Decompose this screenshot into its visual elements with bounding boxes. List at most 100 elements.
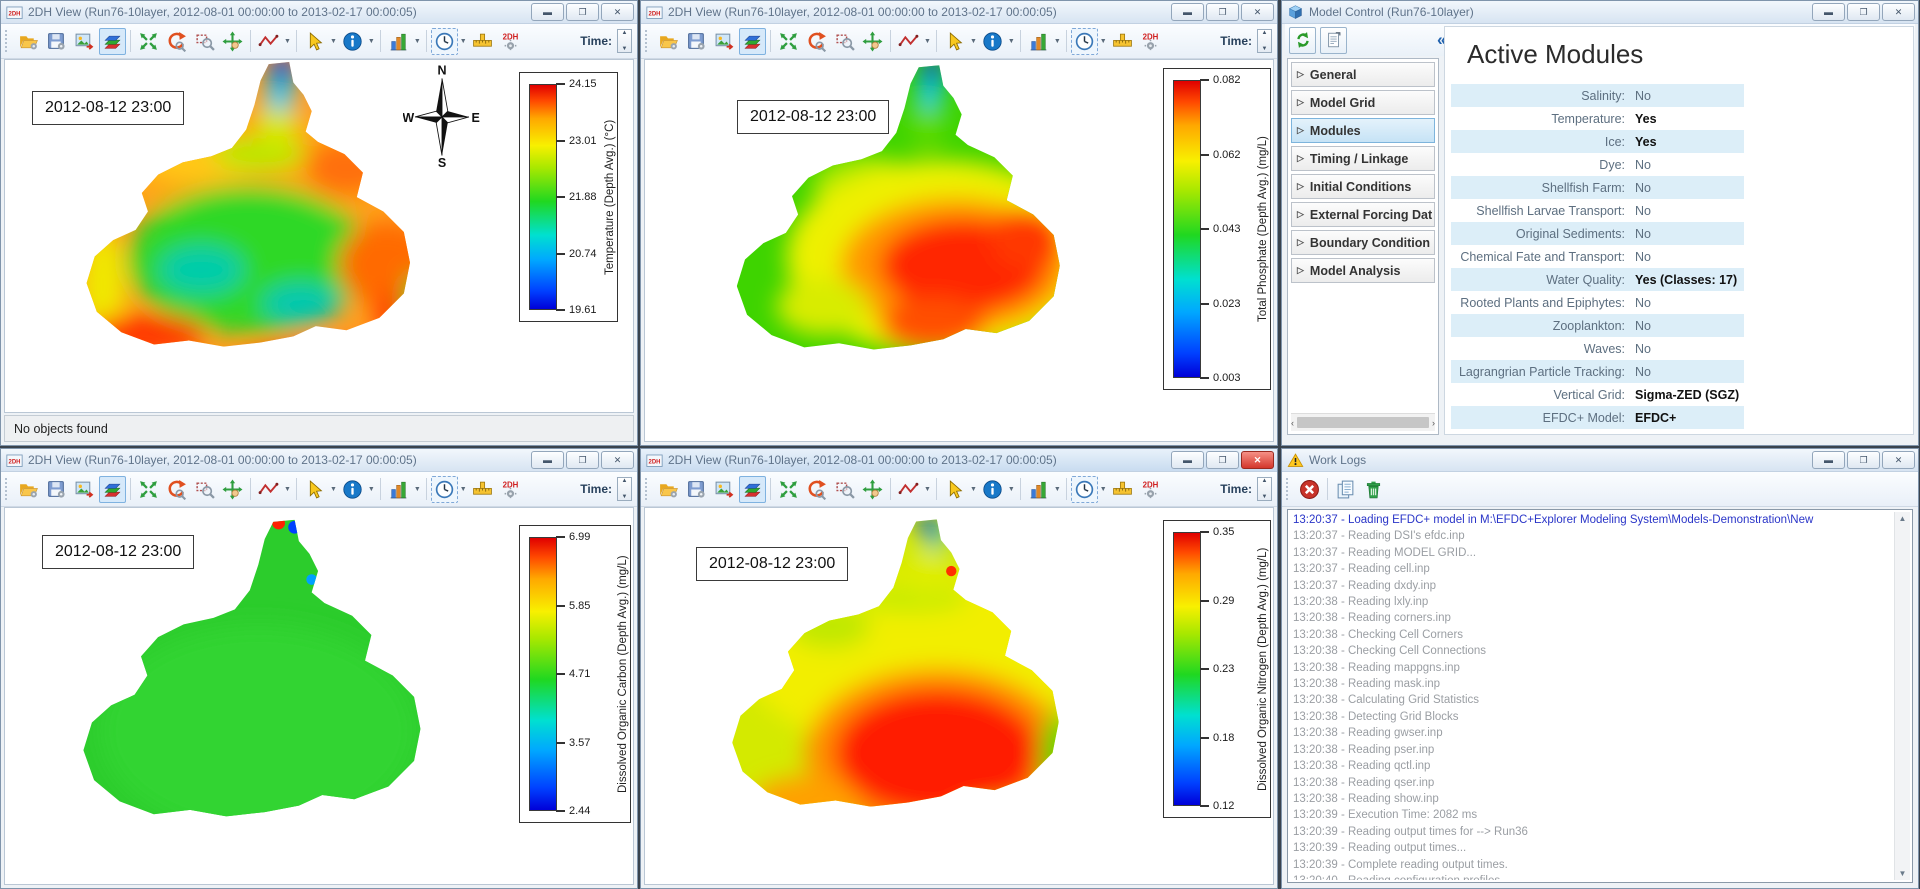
rotate-view-icon[interactable]	[803, 28, 830, 55]
save-icon[interactable]	[43, 28, 70, 55]
scroll-up-icon[interactable]: ▲	[1899, 514, 1907, 523]
info-icon[interactable]	[979, 476, 1006, 503]
dropdown-arrow-icon[interactable]: ▼	[1008, 38, 1015, 45]
polyline-icon[interactable]	[255, 28, 282, 55]
dropdown-arrow-icon[interactable]: ▼	[1100, 38, 1107, 45]
toolbar-grip[interactable]	[645, 478, 650, 500]
titlebar[interactable]: 2DH View (Run76-10layer, 2012-08-01 00:0…	[1, 1, 637, 24]
select-cursor-icon[interactable]	[941, 476, 968, 503]
nav-accordion-item[interactable]: ▷ Timing / Linkage	[1291, 146, 1435, 171]
report-icon[interactable]	[1320, 27, 1347, 54]
scroll-right-icon[interactable]: ›	[1432, 418, 1435, 428]
dropdown-arrow-icon[interactable]: ▼	[1100, 486, 1107, 493]
dropdown-arrow-icon[interactable]: ▼	[460, 486, 467, 493]
rotate-view-icon[interactable]	[803, 476, 830, 503]
open-folder-icon[interactable]	[15, 28, 42, 55]
ruler-icon[interactable]	[1109, 28, 1136, 55]
titlebar[interactable]: 2DH View (Run76-10layer, 2012-08-01 00:0…	[641, 1, 1277, 24]
refresh-icon[interactable]	[1289, 27, 1316, 54]
chart-icon[interactable]	[1025, 28, 1052, 55]
chart-icon[interactable]	[1025, 476, 1052, 503]
zoom-window-icon[interactable]	[831, 28, 858, 55]
open-folder-icon[interactable]	[655, 476, 682, 503]
vertical-scrollbar[interactable]: ▲ ▼	[1894, 512, 1910, 880]
dropdown-arrow-icon[interactable]: ▼	[924, 486, 931, 493]
toolbar-grip[interactable]	[5, 30, 10, 52]
titlebar[interactable]: 2DH View (Run76-10layer, 2012-08-01 00:0…	[1, 449, 637, 472]
2dh-tools-icon[interactable]	[497, 476, 524, 503]
time-spinner[interactable]: ▲▼	[617, 29, 632, 53]
scroll-left-icon[interactable]: ‹	[1291, 418, 1294, 428]
ruler-icon[interactable]	[469, 476, 496, 503]
close-button[interactable]: ✕	[1882, 3, 1915, 21]
minimize-button[interactable]: ▬	[531, 3, 564, 21]
dropdown-arrow-icon[interactable]: ▼	[284, 38, 291, 45]
minimize-button[interactable]: ▬	[1812, 3, 1845, 21]
titlebar[interactable]: Model Control (Run76-10layer) ▬ ❐ ✕	[1282, 1, 1918, 24]
2dh-tools-icon[interactable]	[1137, 476, 1164, 503]
ruler-icon[interactable]	[469, 28, 496, 55]
nav-accordion-item[interactable]: ▷ Model Grid	[1291, 90, 1435, 115]
scroll-down-icon[interactable]: ▼	[1899, 869, 1907, 878]
nav-accordion-item[interactable]: ▷ External Forcing Dat	[1291, 202, 1435, 227]
copy-log-icon[interactable]	[1332, 476, 1359, 503]
2dh-tools-icon[interactable]	[1137, 28, 1164, 55]
close-button[interactable]: ✕	[1241, 3, 1274, 21]
chart-icon[interactable]	[385, 476, 412, 503]
clock-icon[interactable]	[431, 28, 458, 55]
dropdown-arrow-icon[interactable]: ▼	[414, 486, 421, 493]
dropdown-arrow-icon[interactable]: ▼	[1054, 486, 1061, 493]
clock-icon[interactable]	[1071, 28, 1098, 55]
clock-icon[interactable]	[1071, 476, 1098, 503]
dropdown-arrow-icon[interactable]: ▼	[970, 38, 977, 45]
minimize-button[interactable]: ▬	[1812, 451, 1845, 469]
rotate-view-icon[interactable]	[163, 28, 190, 55]
close-button[interactable]: ✕	[1882, 451, 1915, 469]
maximize-button[interactable]: ❐	[1847, 3, 1880, 21]
pan-icon[interactable]	[219, 476, 246, 503]
polyline-icon[interactable]	[895, 476, 922, 503]
open-folder-icon[interactable]	[15, 476, 42, 503]
layers-icon[interactable]	[739, 28, 766, 55]
nav-accordion-item[interactable]: ▷ Model Analysis	[1291, 258, 1435, 283]
pan-icon[interactable]	[859, 28, 886, 55]
maximize-button[interactable]: ❐	[566, 3, 599, 21]
zoom-window-icon[interactable]	[191, 476, 218, 503]
maximize-button[interactable]: ❐	[1206, 451, 1239, 469]
map-canvas[interactable]: 2012-08-12 23:00 6.995.854.713.572.44 Di…	[4, 507, 634, 885]
export-image-icon[interactable]	[71, 476, 98, 503]
select-cursor-icon[interactable]	[941, 28, 968, 55]
minimize-button[interactable]: ▬	[1171, 451, 1204, 469]
layers-icon[interactable]	[739, 476, 766, 503]
scrollbar-thumb[interactable]	[1297, 417, 1429, 428]
nav-accordion-item[interactable]: ▷ Initial Conditions	[1291, 174, 1435, 199]
fit-extents-icon[interactable]	[135, 28, 162, 55]
select-cursor-icon[interactable]	[301, 476, 328, 503]
export-image-icon[interactable]	[71, 28, 98, 55]
maximize-button[interactable]: ❐	[566, 451, 599, 469]
time-spinner[interactable]: ▲▼	[1257, 29, 1272, 53]
nav-accordion-item[interactable]: ▷ Modules	[1291, 118, 1435, 143]
stop-icon[interactable]	[1296, 476, 1323, 503]
horizontal-scrollbar[interactable]: ‹ ›	[1291, 413, 1435, 431]
dropdown-arrow-icon[interactable]: ▼	[368, 38, 375, 45]
dropdown-arrow-icon[interactable]: ▼	[1054, 38, 1061, 45]
dropdown-arrow-icon[interactable]: ▼	[284, 486, 291, 493]
dropdown-arrow-icon[interactable]: ▼	[924, 38, 931, 45]
chart-icon[interactable]	[385, 28, 412, 55]
nav-accordion-item[interactable]: ▷ General	[1291, 62, 1435, 87]
save-icon[interactable]	[683, 28, 710, 55]
ruler-icon[interactable]	[1109, 476, 1136, 503]
2dh-tools-icon[interactable]	[497, 28, 524, 55]
dropdown-arrow-icon[interactable]: ▼	[1008, 486, 1015, 493]
layers-icon[interactable]	[99, 476, 126, 503]
toolbar-grip[interactable]	[5, 478, 10, 500]
maximize-button[interactable]: ❐	[1206, 3, 1239, 21]
dropdown-arrow-icon[interactable]: ▼	[368, 486, 375, 493]
minimize-button[interactable]: ▬	[1171, 3, 1204, 21]
toolbar-grip[interactable]	[1286, 478, 1291, 500]
dropdown-arrow-icon[interactable]: ▼	[460, 38, 467, 45]
map-canvas[interactable]: 2012-08-12 23:00 0.0820.0620.0430.0230.0…	[644, 59, 1274, 442]
close-button[interactable]: ✕	[601, 3, 634, 21]
titlebar[interactable]: Work Logs ▬ ❐ ✕	[1282, 449, 1918, 472]
